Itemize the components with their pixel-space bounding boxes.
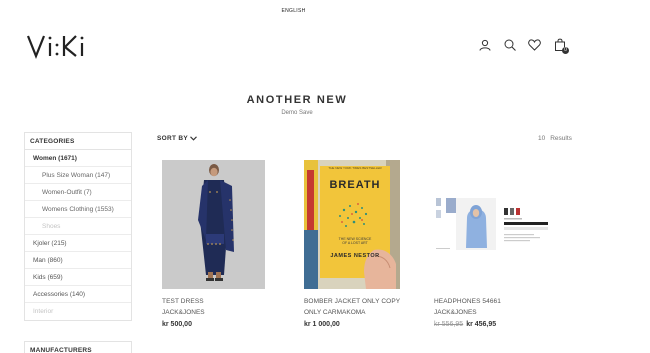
product-card[interactable]: HEADPHONES 54661 JACK&JONES kr 556,95 kr … <box>434 160 552 328</box>
product-price-current: kr 456,95 <box>466 321 497 328</box>
categories-panel: CATEGORIES Women (1671) Plus Size Woman … <box>24 132 132 321</box>
product-name[interactable]: TEST DRESS <box>162 298 272 306</box>
heart-icon[interactable] <box>528 38 541 51</box>
manufacturers-heading[interactable]: MANUFACTURERS <box>25 342 131 353</box>
results-count: 10 Results <box>538 135 577 142</box>
page-title: ANOTHER NEW <box>246 94 348 106</box>
product-image[interactable] <box>162 160 265 289</box>
category-kids[interactable]: Kids (659) <box>25 269 131 286</box>
manufacturers-panel: MANUFACTURERS <box>24 341 132 353</box>
cart-count-badge: 0 <box>562 47 569 54</box>
product-name[interactable]: HEADPHONES 54661 <box>434 298 544 306</box>
product-price-old: kr 556,95 <box>434 321 464 328</box>
category-man[interactable]: Man (860) <box>25 252 131 269</box>
product-price: kr 500,00 <box>162 321 272 328</box>
book-cover-text: THE NEW YORK TIMES BESTSELLER BREATH THE… <box>320 166 390 259</box>
language-selector[interactable]: ENGLISH <box>0 8 587 14</box>
chevron-down-icon <box>190 136 197 141</box>
category-kjoler[interactable]: Kjoler (215) <box>25 235 131 252</box>
category-women-outfit[interactable]: Women-Outfit (7) <box>25 184 131 201</box>
book-subtitle-line-2: OF A LOST ART <box>342 241 368 245</box>
product-price: kr 1 000,00 <box>304 321 414 328</box>
product-image[interactable] <box>434 160 552 289</box>
product-name[interactable]: BOMBER JACKET ONLY COPY <box>304 298 414 306</box>
category-accessories[interactable]: Accessories (140) <box>25 286 131 303</box>
logo-wordmark <box>26 35 84 59</box>
book-author: JAMES NESTOR <box>330 253 380 259</box>
logo[interactable] <box>26 33 90 59</box>
product-card[interactable]: TEST DRESS JACK&JONES kr 500,00 <box>162 160 272 328</box>
user-icon[interactable] <box>478 38 491 51</box>
product-brand: ONLY CARMAKOMA <box>304 309 366 316</box>
product-brand: JACK&JONES <box>162 309 205 316</box>
product-price: kr 556,95 kr 456,95 <box>434 321 544 328</box>
category-interior[interactable]: Interior <box>25 303 131 320</box>
search-icon[interactable] <box>503 38 516 51</box>
results-label: Results <box>550 135 572 142</box>
category-plus-size-woman[interactable]: Plus Size Woman (147) <box>25 167 131 184</box>
product-price-current: kr 500,00 <box>162 321 192 328</box>
sort-by-dropdown[interactable]: SORT BY <box>157 135 197 142</box>
cart-icon[interactable]: 0 <box>553 38 569 54</box>
product-price-current: kr 1 000,00 <box>304 321 340 328</box>
book-top-text: THE NEW YORK TIMES BESTSELLER <box>328 166 382 170</box>
results-number: 10 <box>538 135 546 142</box>
category-womens-clothing[interactable]: Womens Clothing (1553) <box>25 201 131 218</box>
sort-by-label: SORT BY <box>157 135 188 142</box>
categories-heading: CATEGORIES <box>25 133 131 150</box>
header-actions: 0 <box>478 38 569 54</box>
category-shoes[interactable]: Shoes <box>25 218 131 235</box>
product-brand: JACK&JONES <box>434 309 477 316</box>
category-women[interactable]: Women (1671) <box>25 150 131 167</box>
page-subtitle: Demo Save <box>281 110 313 116</box>
book-title: BREATH <box>329 179 381 191</box>
